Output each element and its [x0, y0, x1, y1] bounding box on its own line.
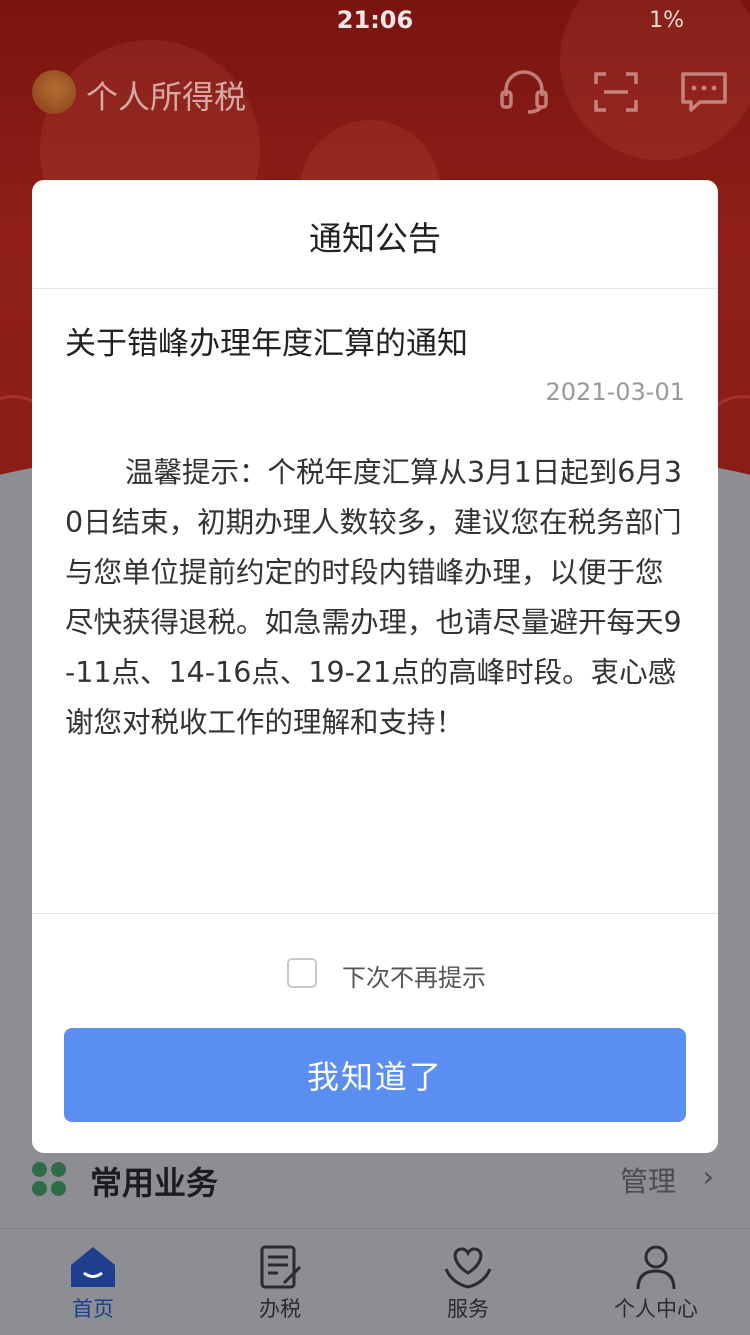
dont-show-again-checkbox[interactable] — [287, 958, 317, 988]
tab-services-label: 服务 — [447, 1297, 489, 1321]
battery-level: 1% — [649, 8, 684, 33]
manage-link[interactable]: 管理 — [620, 1160, 676, 1200]
dont-show-again-label[interactable]: 下次不再提示 — [342, 958, 486, 993]
notice-body: 温馨提示：个税年度汇算从3月1日起到6月30日结束，初期办理人数较多，建议您在税… — [65, 456, 683, 739]
person-icon — [636, 1245, 676, 1290]
notice-title: 关于错峰办理年度汇算的通知 — [65, 326, 468, 362]
dialog-header: 通知公告 — [32, 180, 718, 289]
status-bar: 21:06 1% — [0, 0, 750, 40]
chevron-right-icon: › — [702, 1160, 714, 1193]
common-services-bar: 常用业务 管理 › — [0, 1150, 750, 1228]
acknowledge-button[interactable]: 我知道了 — [64, 1028, 686, 1122]
scan-icon[interactable] — [590, 68, 642, 116]
notice-date: 2021-03-01 — [545, 378, 685, 406]
headset-icon[interactable] — [498, 68, 550, 116]
dont-show-again-row[interactable]: 下次不再提示 — [32, 958, 718, 992]
app-title: 个人所得税 — [86, 78, 247, 116]
dialog-divider — [32, 913, 718, 914]
tab-personal-center[interactable]: 个人中心 — [596, 1243, 716, 1323]
tab-personal-center-label: 个人中心 — [614, 1297, 698, 1321]
status-time: 21:06 — [336, 6, 414, 34]
document-edit-icon — [260, 1245, 302, 1289]
notice-dialog: 通知公告 关于错峰办理年度汇算的通知 2021-03-01 温馨提示：个税年度汇… — [32, 180, 718, 1153]
tab-home-label: 首页 — [72, 1297, 114, 1321]
dialog-title: 通知公告 — [309, 219, 441, 258]
tab-tax-label: 办税 — [259, 1297, 301, 1321]
home-icon — [71, 1247, 115, 1287]
heart-hands-icon — [444, 1247, 492, 1289]
common-services-title: 常用业务 — [90, 1164, 219, 1202]
app-header: 个人所得税 — [0, 60, 750, 124]
tax-emblem-logo — [32, 70, 76, 114]
tab-tax[interactable]: 办税 — [220, 1243, 340, 1323]
tab-home[interactable]: 首页 — [33, 1243, 153, 1323]
message-icon[interactable] — [678, 68, 730, 116]
apps-grid-icon — [32, 1162, 68, 1198]
tab-services[interactable]: 服务 — [408, 1243, 528, 1323]
bottom-tab-bar: 首页 办税 服务 个人中心 — [0, 1228, 750, 1335]
